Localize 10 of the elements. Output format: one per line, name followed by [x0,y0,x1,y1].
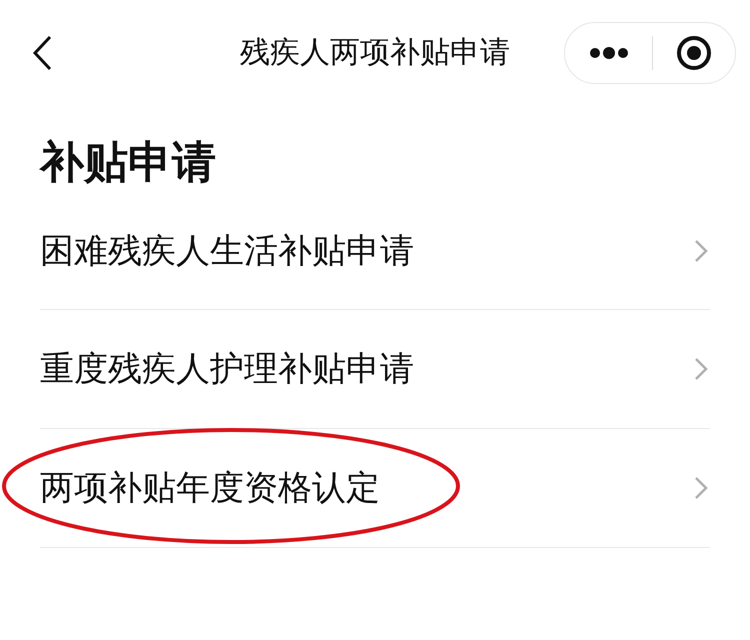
section-heading: 补贴申请 [38,136,217,190]
menu-item[interactable]: 困难残疾人生活补贴申请 [40,228,414,274]
close-target-icon[interactable] [676,34,712,70]
more-icon[interactable] [588,46,628,58]
back-icon[interactable] [32,34,52,70]
menu-item[interactable]: 重度残疾人护理补贴申请 [40,346,414,392]
chevron-right-icon [694,357,708,381]
page-title: 残疾人两项补贴申请 [239,34,511,72]
chevron-right-icon [694,476,708,500]
chevron-right-icon [694,239,708,263]
